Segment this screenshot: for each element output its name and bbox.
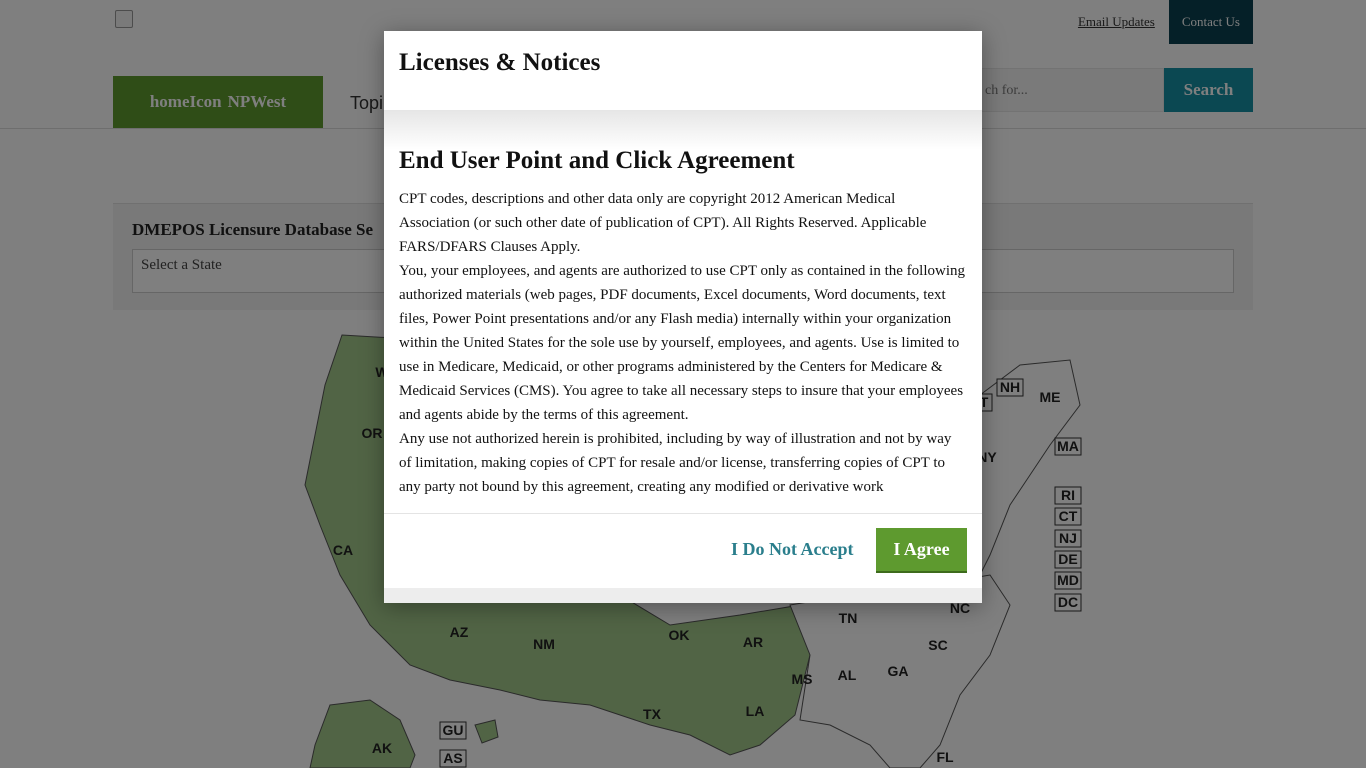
modal-body[interactable]: End User Point and Click Agreement CPT c…	[384, 110, 982, 513]
agreement-paragraph-1: CPT codes, descriptions and other data o…	[399, 191, 927, 255]
body-top-shadow	[384, 110, 982, 150]
agreement-heading: End User Point and Click Agreement	[399, 147, 795, 174]
decline-button[interactable]: I Do Not Accept	[731, 539, 853, 560]
modal-title: Licenses & Notices	[399, 49, 601, 76]
page-background: Email Updates Contact Us homeIcon NPWest…	[0, 0, 1366, 769]
agreement-text: End User Point and Click Agreement CPT c…	[399, 147, 967, 499]
agree-button[interactable]: I Agree	[876, 528, 967, 573]
licenses-modal: Licenses & Notices End User Point and Cl…	[384, 31, 982, 603]
agreement-paragraph-3: Any use not authorized herein is prohibi…	[399, 431, 952, 495]
modal-footer: I Do Not Accept I Agree	[384, 513, 982, 588]
agree-button-label: I Agree	[893, 539, 950, 559]
agreement-paragraph-2: You, your employees, and agents are auth…	[399, 263, 966, 423]
modal-header: Licenses & Notices	[384, 31, 982, 110]
